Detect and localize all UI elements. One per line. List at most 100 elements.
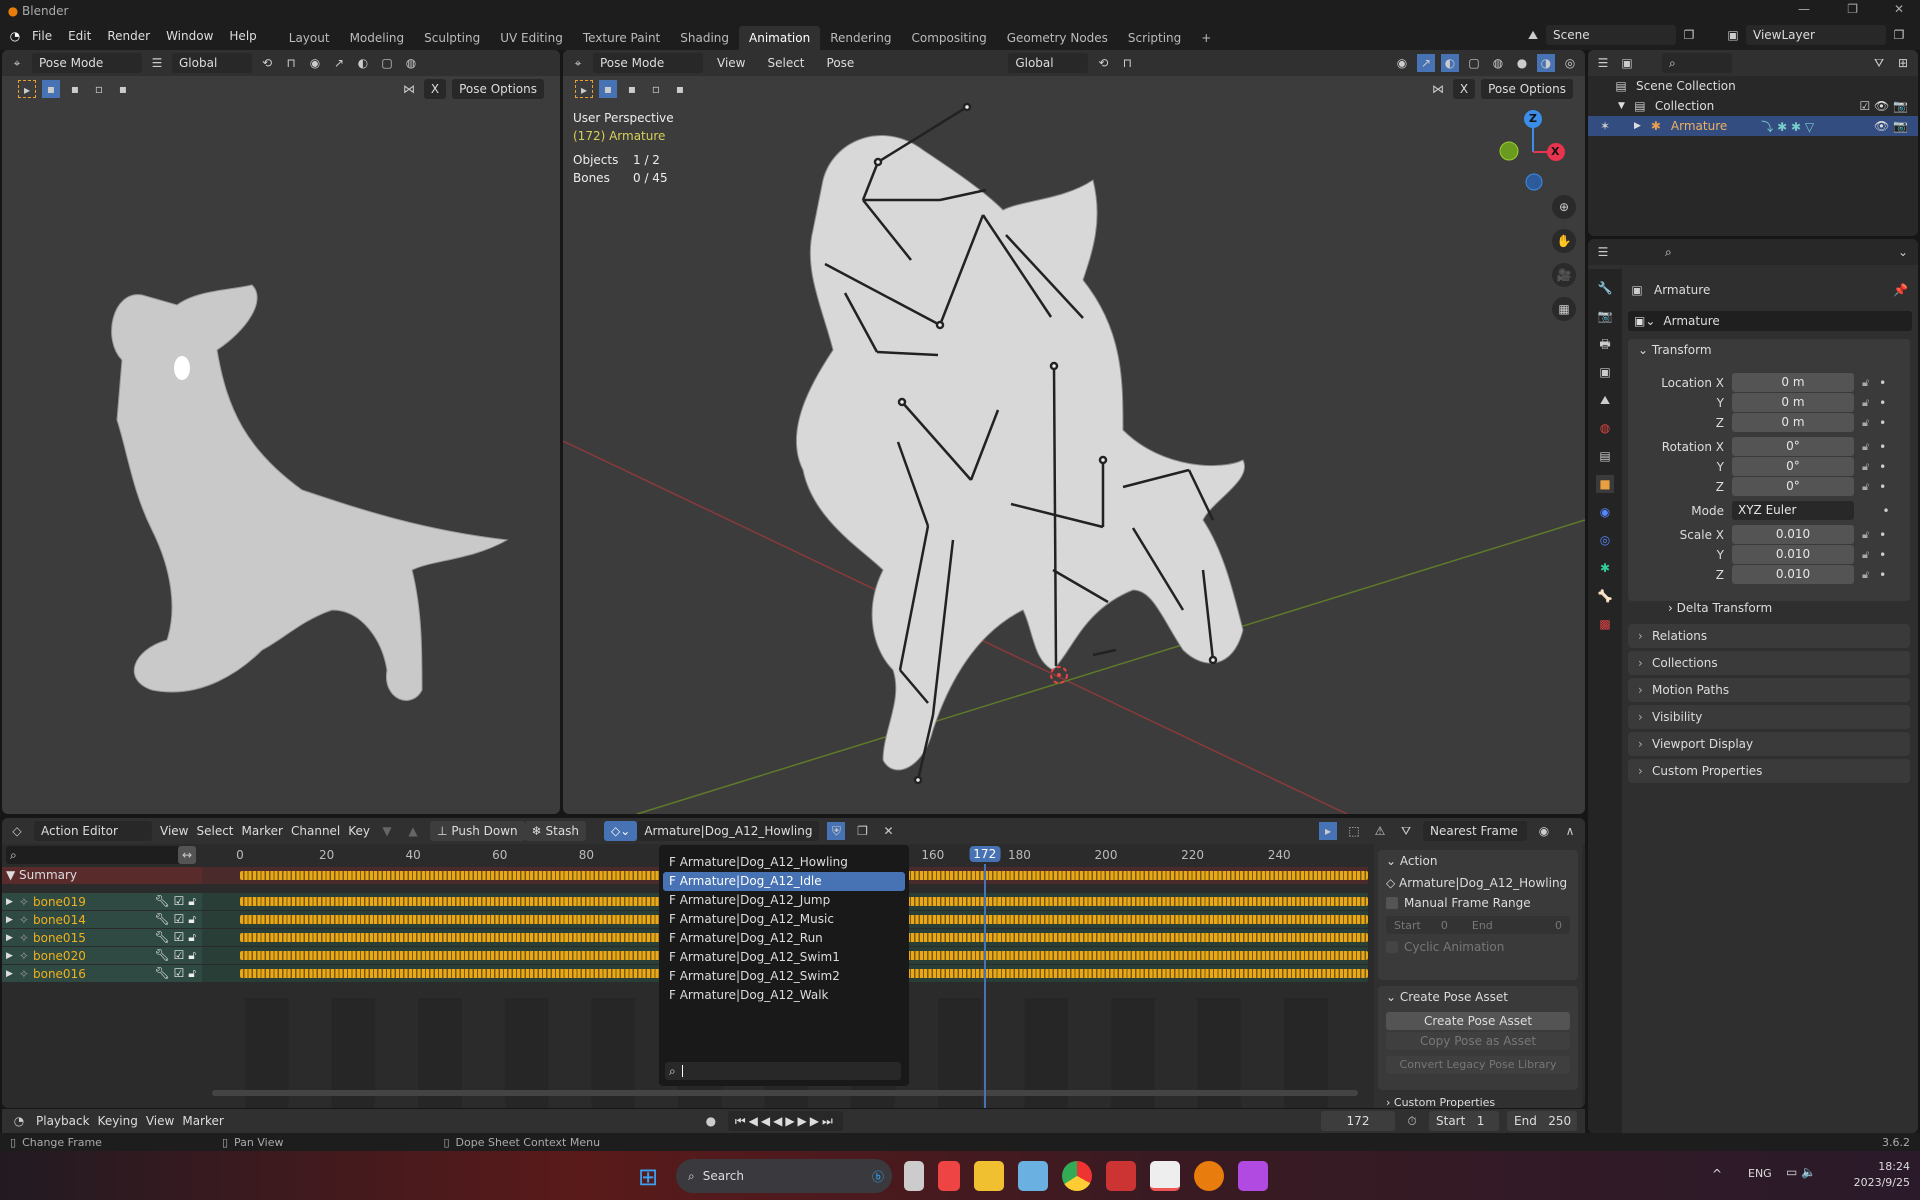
value-field[interactable]: 0.010: [1732, 525, 1854, 544]
convert-legacy-pose-library-button[interactable]: Convert Legacy Pose Library: [1386, 1056, 1570, 1074]
show-hidden-icons[interactable]: ^: [1712, 1167, 1722, 1181]
lock-icon[interactable]: 🔓︎: [1862, 440, 1869, 454]
lock-icon[interactable]: 🔓︎: [1862, 396, 1869, 410]
network-volume-icons[interactable]: ▭ 🔈: [1786, 1165, 1816, 1179]
bone-tab-icon[interactable]: 🦴: [1596, 587, 1614, 605]
scene-field[interactable]: Scene: [1546, 25, 1676, 45]
create-pose-panel-title[interactable]: ⌄ Create Pose Asset: [1378, 986, 1578, 1008]
keyframe-dot-icon[interactable]: •: [1879, 460, 1886, 474]
current-frame-indicator[interactable]: 172: [969, 846, 1001, 862]
channel-row-bone016[interactable]: ▶ ✧ bone016 🔧︎ ☑ 🔓︎: [2, 965, 202, 982]
properties-panel-motion-paths[interactable]: Motion Paths: [1628, 678, 1910, 702]
tool-tab-icon[interactable]: 🔧: [1596, 279, 1614, 297]
action-name-field[interactable]: Armature|Dog_A12_Howling: [637, 821, 820, 841]
value-field[interactable]: 0°: [1732, 477, 1854, 496]
proportional-edit-icon[interactable]: ◉: [1535, 822, 1553, 840]
auto-keying-icon[interactable]: ●: [702, 1112, 720, 1130]
blender-menu-icon[interactable]: ◔: [6, 27, 24, 45]
preview-range-icon[interactable]: ⏱: [1403, 1112, 1421, 1130]
gizmo-z-label[interactable]: Z: [1529, 112, 1537, 125]
channel-toggles[interactable]: 🔧︎ ☑ 🔓︎: [155, 930, 196, 945]
menu-edit[interactable]: Edit: [60, 22, 99, 50]
cyclic-animation-checkbox[interactable]: Cyclic Animation: [1378, 938, 1578, 956]
keyframe-dot-icon[interactable]: •: [1879, 396, 1886, 410]
delta-transform-subpanel[interactable]: › Delta Transform: [1668, 601, 1772, 615]
properties-panel-relations[interactable]: Relations: [1628, 624, 1910, 648]
outliner-item-collection[interactable]: ▼ ▤ Collection ☑ 👁 📷: [1588, 96, 1918, 116]
keyframe-dot-icon[interactable]: •: [1883, 504, 1890, 518]
snap-dropdown[interactable]: Nearest Frame: [1423, 821, 1527, 841]
tab-texture-paint[interactable]: Texture Paint: [573, 26, 670, 50]
visibility-toggles[interactable]: ☑ 👁 📷: [1859, 99, 1908, 113]
expand-arrow-icon[interactable]: ▶: [6, 897, 13, 907]
new-view-layer-icon[interactable]: ❐: [1890, 26, 1908, 44]
tab-animation[interactable]: Animation: [739, 26, 821, 50]
keyframe-dot-icon[interactable]: •: [1879, 480, 1886, 494]
collection-tab-icon[interactable]: ▤: [1596, 447, 1614, 465]
close-icon[interactable]: ✕: [1894, 2, 1904, 16]
expand-arrow-icon[interactable]: ▶: [1634, 121, 1641, 131]
zoom-icon[interactable]: ⊕: [1552, 195, 1576, 219]
checkbox-icon[interactable]: [1386, 897, 1398, 909]
keyframe-dot-icon[interactable]: •: [1879, 568, 1886, 582]
add-workspace-button[interactable]: +: [1191, 26, 1221, 50]
menu-view[interactable]: View: [160, 824, 188, 838]
lock-icon[interactable]: 🔓︎: [1862, 528, 1869, 542]
action-list-item[interactable]: F Armature|Dog_A12_Music: [663, 910, 905, 929]
pin-icon[interactable]: 📌: [1893, 283, 1908, 297]
affinity-icon[interactable]: [1238, 1161, 1268, 1191]
keyframe-dot-icon[interactable]: •: [1879, 528, 1886, 542]
only-selected-icon[interactable]: ▸: [1319, 822, 1337, 840]
action-panel-title[interactable]: ⌄ Action: [1378, 850, 1578, 872]
tab-scripting[interactable]: Scripting: [1118, 26, 1191, 50]
render-tab-icon[interactable]: 📷: [1596, 307, 1614, 325]
action-list-item[interactable]: F Armature|Dog_A12_Run: [663, 929, 905, 948]
expand-arrow-icon[interactable]: ▶: [6, 915, 13, 925]
menu-keying[interactable]: Keying: [98, 1114, 138, 1128]
right-3d-viewport[interactable]: ⌖ Pose Mode View Select Pose Global ⟲ ⊓ …: [563, 50, 1585, 814]
swap-sync-icon[interactable]: ↔: [178, 846, 196, 864]
horizontal-scrollbar[interactable]: [212, 1090, 1358, 1096]
view-layer-field[interactable]: ViewLayer: [1746, 25, 1886, 45]
minimize-icon[interactable]: —: [1798, 2, 1810, 16]
lock-icon[interactable]: 🔓︎: [1862, 416, 1869, 430]
custom-properties-panel[interactable]: › Custom Properties: [1378, 1096, 1578, 1108]
action-list-item[interactable]: F Armature|Dog_A12_Howling: [663, 853, 905, 872]
playhead-line[interactable]: [983, 864, 986, 1108]
tab-uv-editing[interactable]: UV Editing: [490, 26, 573, 50]
value-field[interactable]: 0.010: [1732, 545, 1854, 564]
action-list-item[interactable]: F Armature|Dog_A12_Swim2: [663, 967, 905, 986]
tab-shading[interactable]: Shading: [670, 26, 739, 50]
create-pose-asset-button[interactable]: Create Pose Asset: [1386, 1012, 1570, 1030]
texture-tab-icon[interactable]: ▩: [1596, 615, 1614, 633]
camera-icon[interactable]: 🎥: [1552, 263, 1576, 287]
menu-marker[interactable]: Marker: [182, 1114, 223, 1128]
world-tab-icon[interactable]: ◍: [1596, 419, 1614, 437]
expand-arrow-icon[interactable]: ▶: [6, 951, 13, 961]
menu-view[interactable]: View: [146, 1114, 174, 1128]
active-app-icon[interactable]: [1150, 1161, 1180, 1191]
properties-panel-viewport-display[interactable]: Viewport Display: [1628, 732, 1910, 756]
lock-icon[interactable]: 🔓︎: [1862, 480, 1869, 494]
menu-render[interactable]: Render: [99, 22, 158, 50]
channel-row-bone019[interactable]: ▶ ✧ bone019 🔧︎ ☑ 🔓︎: [2, 893, 202, 910]
expand-arrow-icon[interactable]: ▶: [6, 969, 13, 979]
display-mode-icon[interactable]: ▣: [1618, 54, 1636, 72]
value-field[interactable]: 0 m: [1732, 393, 1854, 412]
properties-panel-visibility[interactable]: Visibility: [1628, 705, 1910, 729]
lock-icon[interactable]: 🔓︎: [1862, 460, 1869, 474]
duplicate-action-icon[interactable]: ❐: [853, 822, 871, 840]
action-list-item[interactable]: F Armature|Dog_A12_Swim1: [663, 948, 905, 967]
chrome-icon[interactable]: [1062, 1161, 1092, 1191]
keyframe-dot-icon[interactable]: •: [1879, 376, 1886, 390]
lock-icon[interactable]: 🔓︎: [1862, 548, 1869, 562]
action-list-item[interactable]: F Armature|Dog_A12_Idle: [663, 872, 905, 891]
checkbox-icon[interactable]: [1386, 941, 1398, 953]
gizmo-x-label[interactable]: X: [1551, 145, 1559, 158]
restore-icon[interactable]: ❐: [1847, 2, 1858, 16]
grid-perspective-icon[interactable]: ▦: [1552, 297, 1576, 321]
action-list-item[interactable]: F Armature|Dog_A12_Walk: [663, 986, 905, 1005]
file-explorer-icon[interactable]: [974, 1161, 1004, 1191]
tab-modeling[interactable]: Modeling: [340, 26, 415, 50]
tab-geometry-nodes[interactable]: Geometry Nodes: [997, 26, 1118, 50]
